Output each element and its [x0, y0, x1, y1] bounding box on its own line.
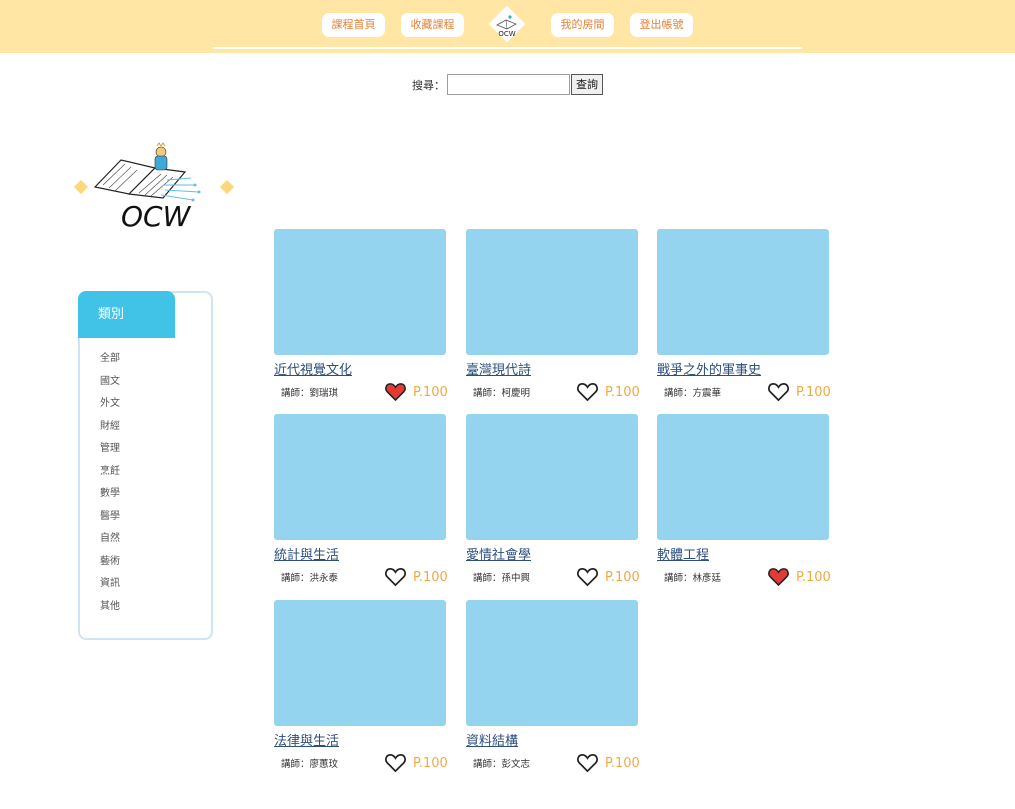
- category-item-medicine[interactable]: 醫學: [100, 510, 120, 533]
- category-item-math[interactable]: 數學: [100, 487, 120, 510]
- category-item-nature[interactable]: 自然: [100, 532, 120, 555]
- heart-outline-icon[interactable]: [576, 752, 599, 773]
- course-card: 統計與生活 講師：洪永泰 P.100: [274, 414, 448, 587]
- heart-outline-icon[interactable]: [767, 381, 790, 402]
- course-price: P.100: [605, 385, 640, 400]
- category-item-finance[interactable]: 財經: [100, 420, 120, 443]
- svg-text:OCW: OCW: [498, 30, 515, 38]
- course-title-link[interactable]: 資料結構: [466, 730, 518, 749]
- nav-favorites-button[interactable]: 收藏課程: [401, 13, 464, 37]
- category-item-other[interactable]: 其他: [100, 600, 120, 623]
- heart-outline-icon[interactable]: [384, 566, 407, 587]
- category-tab: 類別: [78, 291, 175, 338]
- category-item-foreign-language[interactable]: 外文: [100, 397, 120, 420]
- nav-course-home-button[interactable]: 課程首頁: [322, 13, 385, 37]
- course-title-link[interactable]: 統計與生活: [274, 544, 339, 563]
- course-title-link[interactable]: 近代視覺文化: [274, 359, 352, 378]
- heart-outline-icon[interactable]: [576, 381, 599, 402]
- course-card: 戰爭之外的軍事史 講師：方震華 P.100: [657, 229, 831, 402]
- course-title-link[interactable]: 軟體工程: [657, 544, 709, 563]
- heart-outline-icon[interactable]: [384, 752, 407, 773]
- category-item-arts[interactable]: 藝術: [100, 555, 120, 578]
- course-thumbnail[interactable]: [657, 229, 829, 355]
- course-price: P.100: [796, 570, 831, 585]
- course-card: 臺灣現代詩 講師：柯慶明 P.100: [466, 229, 640, 402]
- nav-logout-button[interactable]: 登出帳號: [630, 13, 693, 37]
- course-card: 軟體工程 講師：林彥廷 P.100: [657, 414, 831, 587]
- header-divider: [213, 47, 802, 49]
- course-price: P.100: [605, 756, 640, 771]
- category-sidebar: 類別 全部 國文 外文 財經 管理 烹飪 數學 醫學 自然 藝術 資訊 其他: [78, 291, 213, 640]
- course-thumbnail[interactable]: [657, 414, 829, 540]
- ocw-small-logo[interactable]: OCW: [488, 5, 526, 43]
- course-thumbnail[interactable]: [466, 600, 638, 726]
- svg-text:OCW: OCW: [121, 200, 192, 233]
- course-card: 愛情社會學 講師：孫中興 P.100: [466, 414, 640, 587]
- search-input[interactable]: [447, 74, 570, 95]
- course-title-link[interactable]: 法律與生活: [274, 730, 339, 749]
- course-teacher: 講師：孫中興: [473, 573, 531, 584]
- course-title-link[interactable]: 戰爭之外的軍事史: [657, 359, 761, 378]
- course-card: 近代視覺文化 講師：劉瑞琪 P.100: [274, 229, 448, 402]
- course-thumbnail[interactable]: [274, 414, 446, 540]
- course-teacher: 講師：洪永泰: [281, 573, 339, 584]
- heart-filled-icon[interactable]: [767, 566, 790, 587]
- nav-my-room-button[interactable]: 我的房間: [551, 13, 614, 37]
- course-teacher: 講師：廖蕙玟: [281, 759, 339, 770]
- course-teacher: 講師：彭文志: [473, 759, 531, 770]
- course-price: P.100: [605, 570, 640, 585]
- heart-outline-icon[interactable]: [576, 566, 599, 587]
- category-item-all[interactable]: 全部: [100, 352, 120, 375]
- search-button[interactable]: 查詢: [571, 74, 603, 95]
- heart-filled-icon[interactable]: [384, 381, 407, 402]
- course-price: P.100: [413, 756, 448, 771]
- course-title-link[interactable]: 愛情社會學: [466, 544, 531, 563]
- course-thumbnail[interactable]: [274, 229, 446, 355]
- category-list: 全部 國文 外文 財經 管理 烹飪 數學 醫學 自然 藝術 資訊 其他: [100, 352, 120, 622]
- category-item-it[interactable]: 資訊: [100, 577, 120, 600]
- course-card: 資料結構 講師：彭文志 P.100: [466, 600, 640, 773]
- course-price: P.100: [796, 385, 831, 400]
- course-thumbnail[interactable]: [466, 229, 638, 355]
- course-title-link[interactable]: 臺灣現代詩: [466, 359, 531, 378]
- course-teacher: 講師：方震華: [664, 388, 722, 399]
- top-nav-bar: 課程首頁 收藏課程 OCW 我的房間 登出帳號: [0, 0, 1015, 53]
- course-card: 法律與生活 講師：廖蕙玟 P.100: [274, 600, 448, 773]
- ocw-brand-logo: OCW: [73, 142, 235, 233]
- search-label: 搜尋：: [412, 79, 445, 92]
- course-thumbnail[interactable]: [466, 414, 638, 540]
- category-item-cooking[interactable]: 烹飪: [100, 465, 120, 488]
- course-thumbnail[interactable]: [274, 600, 446, 726]
- category-item-chinese[interactable]: 國文: [100, 375, 120, 398]
- course-teacher: 講師：柯慶明: [473, 388, 531, 399]
- category-item-management[interactable]: 管理: [100, 442, 120, 465]
- course-teacher: 講師：林彥廷: [664, 573, 722, 584]
- course-price: P.100: [413, 385, 448, 400]
- course-teacher: 講師：劉瑞琪: [281, 388, 339, 399]
- course-price: P.100: [413, 570, 448, 585]
